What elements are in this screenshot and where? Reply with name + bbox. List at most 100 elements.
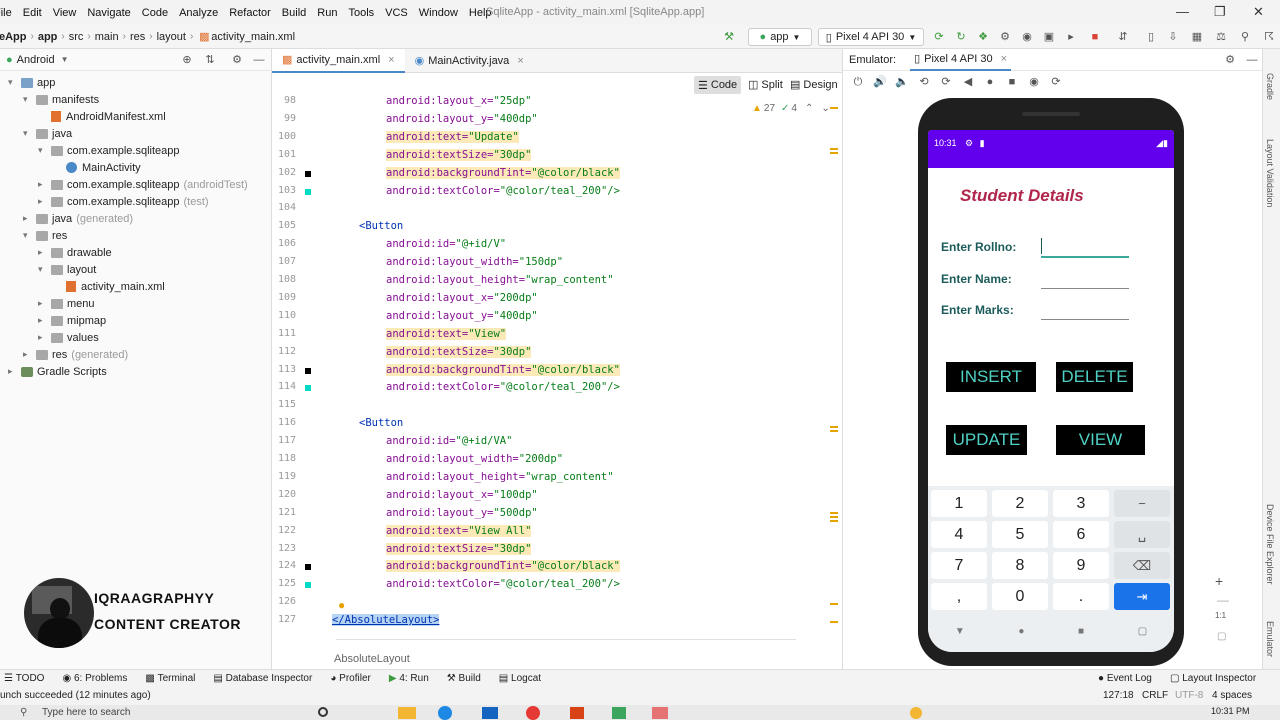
menu-navigate[interactable]: Navigate bbox=[87, 7, 130, 19]
delete-button[interactable]: DELETE bbox=[1056, 362, 1133, 392]
chevron-down-icon[interactable]: ▼ bbox=[61, 55, 69, 64]
zoom-out-icon[interactable]: — bbox=[1217, 593, 1229, 607]
code-line[interactable]: android:layout_width="150dp" bbox=[386, 256, 563, 268]
menu-refactor[interactable]: Refactor bbox=[229, 7, 271, 19]
chevron-right-icon[interactable]: ▸ bbox=[38, 332, 48, 343]
chevron-right-icon[interactable]: ▸ bbox=[8, 366, 18, 377]
coverage-icon[interactable]: ⚙ bbox=[998, 30, 1012, 44]
code-line[interactable]: android:layout_x="25dp" bbox=[386, 95, 531, 107]
menu-analyze[interactable]: Analyze bbox=[179, 7, 218, 19]
menu-tools[interactable]: Tools bbox=[348, 7, 374, 19]
rollno-input[interactable] bbox=[1041, 256, 1129, 258]
menu-build[interactable]: Build bbox=[282, 7, 306, 19]
taskbar-clock[interactable]: 10:31 PM bbox=[1211, 706, 1250, 716]
tab-emulator-device[interactable]: ▯ Pixel 4 API 30 × bbox=[910, 49, 1012, 71]
snapshot-icon[interactable]: ⟳ bbox=[1049, 75, 1063, 89]
mode-design-button[interactable]: ▤ Design bbox=[790, 78, 838, 92]
caret-position[interactable]: 127:18 bbox=[1103, 690, 1134, 701]
code-line[interactable]: android:textColor="@color/teal_200"/> bbox=[386, 381, 620, 393]
gear-icon[interactable]: ⚙ bbox=[230, 53, 244, 67]
breadcrumb-res[interactable]: res bbox=[130, 31, 145, 43]
code-line[interactable]: android:textSize="30dp" bbox=[386, 542, 532, 555]
chevron-down-icon[interactable]: ▾ bbox=[23, 94, 33, 105]
keyboard-key[interactable]: ␣ bbox=[1114, 521, 1170, 548]
code-line[interactable]: android:layout_y="400dp" bbox=[386, 310, 538, 322]
power-icon[interactable]: ⏻ bbox=[851, 75, 865, 89]
breadcrumb-node[interactable]: AbsoluteLayout bbox=[334, 653, 410, 665]
inspection-widget[interactable]: ▲ 27 ✓ 4 ⌃ ⌄ bbox=[752, 103, 830, 114]
overview-icon[interactable]: ■ bbox=[1078, 626, 1084, 637]
file-encoding[interactable]: UTF-8 bbox=[1175, 690, 1203, 701]
chevron-right-icon[interactable]: ▸ bbox=[38, 315, 48, 326]
keyboard-key[interactable]: 5 bbox=[992, 521, 1048, 548]
sdk-manager-icon[interactable]: ⇩ bbox=[1166, 30, 1180, 44]
profiler-tool-button[interactable]: ◕ Profiler bbox=[330, 673, 371, 684]
chevron-right-icon[interactable]: ▸ bbox=[38, 247, 48, 258]
hide-panel-icon[interactable]: — bbox=[252, 53, 266, 67]
keyboard-key[interactable]: ⇥ bbox=[1114, 583, 1170, 610]
color-swatch-icon[interactable] bbox=[305, 564, 311, 571]
close-icon[interactable]: ✕ bbox=[1253, 4, 1264, 20]
code-line[interactable]: </AbsoluteLayout> bbox=[332, 614, 440, 627]
code-line[interactable]: android:textColor="@color/teal_200"/> bbox=[386, 185, 620, 197]
indent-setting[interactable]: 4 spaces bbox=[1212, 690, 1252, 701]
keyboard-key[interactable]: 2 bbox=[992, 490, 1048, 517]
code-line[interactable]: android:textColor="@color/teal_200"/> bbox=[386, 578, 620, 590]
avd-manager-icon[interactable]: ▯ bbox=[1144, 30, 1158, 44]
problems-tool-button[interactable]: ◉ 6: Problems bbox=[62, 673, 127, 684]
store-icon[interactable] bbox=[482, 707, 498, 719]
code-line[interactable]: android:backgroundTint="@color/black" bbox=[386, 363, 620, 376]
keyboard-key[interactable]: 6 bbox=[1053, 521, 1109, 548]
build-tool-button[interactable]: ⚒ Build bbox=[447, 673, 481, 684]
chevron-right-icon[interactable]: ▸ bbox=[38, 179, 48, 190]
keyboard-key[interactable]: − bbox=[1114, 490, 1170, 517]
tab-main-activity[interactable]: ◉ MainActivity.java × bbox=[405, 49, 534, 73]
tree-item[interactable]: ▸ drawable bbox=[38, 244, 112, 261]
code-line[interactable]: android:id="@+id/VA" bbox=[386, 435, 512, 447]
debug-icon[interactable]: ❖ bbox=[976, 30, 990, 44]
assistant-icon[interactable]: ⚖ bbox=[1214, 30, 1228, 44]
rerun-icon[interactable]: ⟳ bbox=[932, 30, 946, 44]
mode-split-button[interactable]: ◫ Split bbox=[748, 78, 783, 92]
code-line[interactable]: <Button bbox=[359, 417, 403, 429]
stop-icon[interactable]: ■ bbox=[1088, 30, 1102, 44]
line-separator[interactable]: CRLF bbox=[1142, 690, 1168, 701]
apply-changes-icon[interactable]: ↻ bbox=[954, 30, 968, 44]
menu-window[interactable]: Window bbox=[419, 7, 458, 19]
code-line[interactable]: android:backgroundTint="@color/black" bbox=[386, 166, 620, 179]
keyboard-key[interactable]: 1 bbox=[931, 490, 987, 517]
volume-up-icon[interactable]: 🔊 bbox=[873, 75, 887, 89]
menu-vcs[interactable]: VCS bbox=[385, 7, 408, 19]
camera-icon[interactable]: ◉ bbox=[1027, 75, 1041, 89]
menu-run[interactable]: Run bbox=[317, 7, 337, 19]
terminal-tool-button[interactable]: ▩ Terminal bbox=[145, 673, 195, 684]
code-line[interactable]: android:layout_width="200dp" bbox=[386, 453, 563, 465]
maximize-icon[interactable]: ❐ bbox=[1214, 4, 1226, 20]
attach-debugger-icon[interactable]: ▣ bbox=[1042, 30, 1056, 44]
menu-edit[interactable]: Edit bbox=[23, 7, 42, 19]
tree-item[interactable]: ▾ manifests bbox=[23, 91, 99, 108]
color-swatch-icon[interactable] bbox=[305, 170, 311, 177]
chevron-down-icon[interactable]: ▾ bbox=[38, 264, 48, 275]
profile-icon[interactable]: ◉ bbox=[1020, 30, 1034, 44]
code-line[interactable]: android:textSize="30dp" bbox=[386, 148, 532, 161]
tree-item[interactable]: ▸ res (generated) bbox=[23, 346, 128, 363]
keyboard-key[interactable]: 3 bbox=[1053, 490, 1109, 517]
code-line[interactable]: android:layout_height="wrap_content" bbox=[386, 274, 614, 286]
office-icon[interactable] bbox=[570, 707, 584, 719]
breadcrumb-src[interactable]: src bbox=[69, 31, 84, 43]
logcat-tool-button[interactable]: ▤ Logcat bbox=[499, 673, 541, 684]
chevron-down-icon[interactable]: ▾ bbox=[8, 77, 18, 88]
keyboard-key[interactable]: 0 bbox=[992, 583, 1048, 610]
tree-item[interactable]: ▾ layout bbox=[38, 261, 96, 278]
settings-sync-icon[interactable]: ☈ bbox=[1262, 30, 1276, 44]
rotate-left-icon[interactable]: ⟲ bbox=[917, 75, 931, 89]
search-icon[interactable]: ⚲ bbox=[1238, 30, 1252, 44]
tree-item[interactable]: MainActivity bbox=[53, 159, 141, 176]
collapse-all-icon[interactable]: ⇅ bbox=[203, 53, 217, 67]
tree-item[interactable]: AndroidManifest.xml bbox=[38, 108, 166, 125]
code-line[interactable]: android:text="View All" bbox=[386, 524, 532, 537]
zoom-in-icon[interactable]: + bbox=[1215, 573, 1223, 589]
keyboard-key[interactable]: ⌫ bbox=[1114, 552, 1170, 579]
close-icon[interactable]: × bbox=[517, 55, 523, 67]
